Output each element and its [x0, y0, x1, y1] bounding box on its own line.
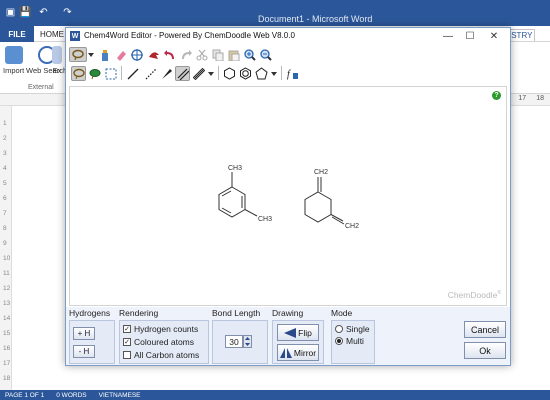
- word-title: Document1 - Microsoft Word: [258, 14, 373, 24]
- dialog-titlebar[interactable]: W Chem4Word Editor - Powered By ChemDood…: [66, 28, 510, 44]
- center-icon[interactable]: [129, 47, 144, 62]
- group-external-label: External: [28, 84, 54, 91]
- options-panel: Hydrogens + H - H Rendering ✓ Hydrogen co…: [66, 307, 510, 365]
- triple-bond-icon[interactable]: [191, 66, 206, 81]
- all-carbon-atoms-checkbox[interactable]: All Carbon atoms: [123, 350, 199, 360]
- bond-length-input[interactable]: 30: [225, 335, 243, 348]
- hydrogens-title: Hydrogens: [69, 308, 111, 318]
- zoom-out-icon[interactable]: [258, 47, 273, 62]
- m2-top-label: CH2: [314, 169, 328, 176]
- zoom-in-icon[interactable]: [242, 47, 257, 62]
- cancel-button[interactable]: Cancel: [464, 321, 506, 338]
- lasso-select-icon[interactable]: [71, 66, 86, 81]
- formula-icon[interactable]: f: [285, 66, 300, 81]
- tab-file[interactable]: FILE: [0, 26, 34, 42]
- undo-icon[interactable]: [162, 47, 177, 62]
- save-icon[interactable]: 💾: [19, 7, 31, 18]
- status-page[interactable]: PAGE 1 OF 1: [5, 392, 44, 399]
- copy-icon[interactable]: [210, 47, 225, 62]
- remove-hydrogen-button[interactable]: - H: [73, 345, 95, 358]
- bond-length-group: Bond Length 30: [212, 308, 268, 364]
- benzene-icon[interactable]: [222, 66, 237, 81]
- bond-dropdown-icon[interactable]: [207, 66, 215, 81]
- m1-side-label: CH3: [258, 216, 272, 223]
- dropdown-icon[interactable]: [87, 47, 95, 62]
- lasso-shape-icon[interactable]: [87, 66, 102, 81]
- minimize-button[interactable]: —: [440, 29, 456, 43]
- ruler-number: 18: [536, 95, 544, 102]
- ruler-number: 17: [518, 95, 527, 102]
- export-button[interactable]: Ex: [52, 46, 62, 75]
- checkbox-mark: ✓: [123, 325, 131, 333]
- paste-icon[interactable]: [226, 47, 241, 62]
- undo-quick-icon[interactable]: ↶: [38, 7, 49, 18]
- mirror-arrow-icon: [279, 347, 292, 358]
- double-bond-icon[interactable]: [175, 66, 190, 81]
- single-bond-icon[interactable]: [125, 66, 140, 81]
- checkbox-mark: ✓: [123, 338, 131, 346]
- import-icon: [4, 46, 23, 64]
- redo-quick-icon[interactable]: ↷: [62, 7, 73, 18]
- radio-dot: [335, 337, 343, 345]
- close-button[interactable]: ✕: [486, 29, 502, 43]
- svg-text:f: f: [287, 69, 291, 80]
- eraser-icon[interactable]: [113, 47, 128, 62]
- drawing-title: Drawing: [272, 308, 304, 318]
- checkbox-mark: [123, 351, 131, 359]
- hydrogen-counts-checkbox[interactable]: ✓ Hydrogen counts: [123, 324, 198, 334]
- dashed-bond-icon[interactable]: [143, 66, 158, 81]
- lasso-icon[interactable]: [69, 47, 87, 62]
- dialog-title: Chem4Word Editor - Powered By ChemDoodle…: [84, 31, 295, 40]
- chem4word-editor-dialog: W Chem4Word Editor - Powered By ChemDood…: [65, 27, 511, 366]
- vertical-ruler: 1 2 3 4 5 6 7 8 9 10 11 12 13 14 15 16 17 18: [0, 106, 12, 390]
- flip-button[interactable]: Flip: [277, 324, 319, 341]
- mode-title: Mode: [331, 308, 353, 318]
- import-button[interactable]: Import: [3, 46, 24, 75]
- ring-dropdown-icon[interactable]: [270, 66, 278, 81]
- molecule-dimethylenecyclohexane[interactable]: [304, 177, 345, 225]
- editor-toolbar: f: [66, 45, 510, 85]
- m2-side-label: CH2: [345, 223, 359, 230]
- ok-button[interactable]: Ok: [464, 342, 506, 359]
- hydrogens-group: Hydrogens + H - H: [69, 308, 115, 364]
- cyclohexane-icon[interactable]: [238, 66, 253, 81]
- mode-multi-radio[interactable]: Multi: [335, 336, 364, 346]
- mode-single-radio[interactable]: Single: [335, 324, 370, 334]
- export-icon: [52, 46, 62, 64]
- coloured-atoms-checkbox[interactable]: ✓ Coloured atoms: [123, 337, 194, 347]
- maximize-button[interactable]: ☐: [462, 29, 478, 43]
- bond-length-spinner[interactable]: [243, 335, 252, 348]
- bottle-icon[interactable]: [97, 47, 112, 62]
- status-language[interactable]: VIETNAMESE: [99, 392, 141, 399]
- add-hydrogen-button[interactable]: + H: [73, 327, 95, 340]
- redo-icon[interactable]: [178, 47, 193, 62]
- flip-icon[interactable]: [146, 47, 161, 62]
- flip-arrow-icon: [284, 327, 297, 338]
- chemdoodle-watermark: ChemDoodle®: [447, 290, 501, 300]
- molecule-m-xylene[interactable]: [218, 172, 258, 218]
- status-words[interactable]: 0 WORDS: [56, 392, 86, 399]
- drawing-canvas[interactable]: ? CH3 CH3 CH2 CH2 ChemDoodle®: [69, 86, 507, 306]
- wedge-bond-icon[interactable]: [159, 66, 174, 81]
- word-app-icon: W: [70, 31, 80, 41]
- mode-group: Mode Single Multi: [331, 308, 375, 364]
- pentagon-icon[interactable]: [254, 66, 269, 81]
- rect-select-icon[interactable]: [103, 66, 118, 81]
- tab-home[interactable]: HOME: [40, 30, 64, 39]
- bond-length-title: Bond Length: [212, 308, 261, 318]
- word-logo-icon: ▣: [5, 7, 16, 18]
- rendering-group: Rendering ✓ Hydrogen counts ✓ Coloured ato…: [119, 308, 209, 364]
- m1-top-label: CH3: [228, 165, 242, 172]
- molecule-drawing[interactable]: CH3 CH3 CH2 CH2: [70, 87, 506, 305]
- cut-icon[interactable]: [194, 47, 209, 62]
- word-titlebar: ▣ 💾 ↶ ↷ Document1 - Microsoft Word: [0, 0, 550, 26]
- radio-dot: [335, 325, 343, 333]
- rendering-title: Rendering: [119, 308, 159, 318]
- word-statusbar: PAGE 1 OF 1 0 WORDS VIETNAMESE: [0, 390, 550, 400]
- mirror-button[interactable]: Mirror: [277, 344, 319, 361]
- drawing-group: Drawing Flip Mirror: [272, 308, 324, 364]
